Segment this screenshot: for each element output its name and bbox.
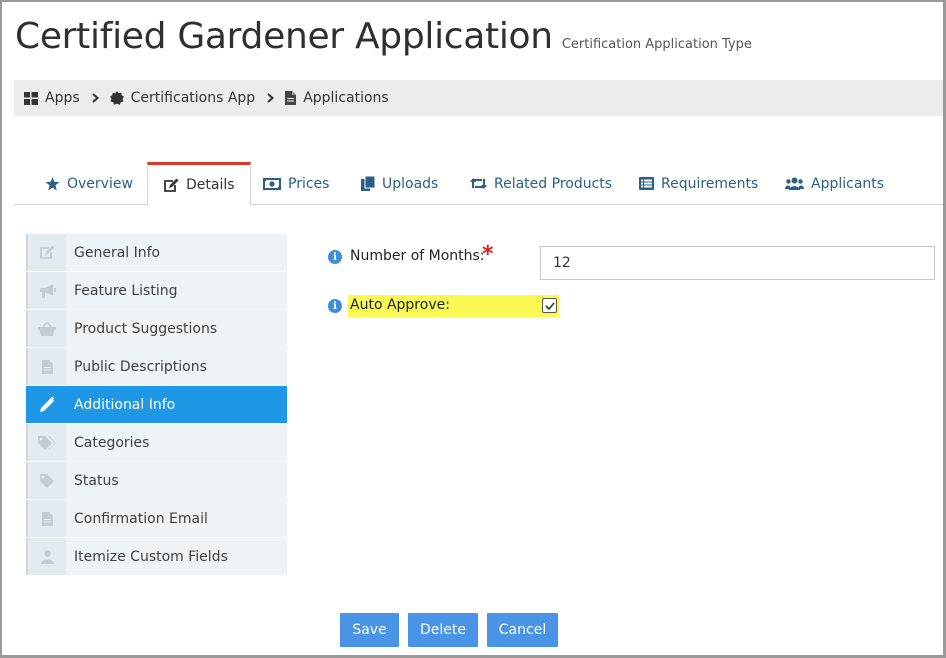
checkmark-icon: [544, 301, 555, 310]
sidebar-item-public-descriptions[interactable]: Public Descriptions: [26, 348, 287, 385]
files-icon: [361, 176, 375, 191]
tab-label: Uploads: [382, 175, 439, 192]
tab-label: Details: [186, 177, 235, 193]
sidebar-item-additional-info[interactable]: Additional Info: [26, 386, 287, 423]
months-label: Number of Months:: [350, 248, 485, 264]
info-icon[interactable]: i: [328, 299, 342, 313]
bullhorn-icon: [28, 272, 66, 309]
sidebar-item-label: Product Suggestions: [74, 320, 218, 337]
months-input[interactable]: [540, 246, 935, 280]
tab-bar: Overview Details Prices Uploads Related …: [14, 162, 943, 206]
info-icon[interactable]: i: [328, 250, 342, 264]
sidebar-item-confirmation-email[interactable]: Confirmation Email: [26, 500, 287, 537]
page-title: Certified Gardener Application: [15, 16, 553, 57]
chevron-right-icon: [267, 93, 275, 103]
tab-label: Applicants: [811, 175, 885, 192]
auto-approve-checkbox[interactable]: [542, 298, 557, 313]
sidebar-item-product-suggestions[interactable]: Product Suggestions: [26, 310, 287, 347]
tab-label: Prices: [288, 175, 330, 192]
tab-label: Related Products: [494, 175, 613, 192]
app-window: Certified Gardener Application Certifica…: [0, 0, 946, 658]
save-button[interactable]: Save: [340, 613, 399, 647]
users-icon: [785, 177, 804, 190]
badge-icon: [109, 91, 124, 105]
sidebar-item-label: Status: [74, 472, 119, 489]
breadcrumb-label: Apps: [45, 90, 80, 106]
edit-icon: [164, 178, 179, 192]
page-header: Certified Gardener Application Certifica…: [15, 16, 752, 66]
user-icon: [28, 538, 66, 575]
tab-applicants[interactable]: Applicants: [785, 162, 884, 205]
sidebar-item-label: Confirmation Email: [74, 510, 208, 527]
auto-approve-label: Auto Approve:: [350, 297, 450, 313]
breadcrumb-applications[interactable]: Applications: [285, 90, 389, 106]
file-icon: [28, 500, 66, 537]
tab-label: Overview: [67, 175, 133, 192]
edit-icon: [28, 234, 66, 271]
breadcrumb-label: Certifications App: [130, 90, 256, 106]
page-subtitle: Certification Application Type: [561, 37, 752, 52]
sidebar-item-label: General Info: [74, 244, 161, 261]
money-icon: [263, 177, 281, 190]
sidebar-nav: General Info Feature Listing Product Sug…: [26, 234, 287, 576]
delete-button[interactable]: Delete: [408, 613, 478, 647]
tab-details[interactable]: Details: [147, 162, 251, 206]
list-icon: [639, 177, 654, 190]
tab-prices[interactable]: Prices: [263, 162, 329, 205]
sidebar-item-feature-listing[interactable]: Feature Listing: [26, 272, 287, 309]
tab-related-products[interactable]: Related Products: [470, 162, 612, 205]
tags-icon: [28, 424, 66, 461]
sidebar-item-general-info[interactable]: General Info: [26, 234, 287, 271]
grid-icon: [24, 91, 38, 105]
sidebar-item-label: Itemize Custom Fields: [74, 548, 228, 565]
cancel-button[interactable]: Cancel: [487, 613, 558, 647]
sidebar-item-label: Public Descriptions: [74, 358, 207, 375]
file-icon: [28, 348, 66, 385]
tab-requirements[interactable]: Requirements: [639, 162, 758, 205]
sidebar-item-label: Categories: [74, 434, 150, 451]
retweet-icon: [470, 178, 487, 189]
breadcrumb-apps[interactable]: Apps: [24, 90, 80, 106]
tab-overview[interactable]: Overview: [45, 162, 133, 205]
sidebar-item-label: Feature Listing: [74, 282, 178, 299]
tab-uploads[interactable]: Uploads: [361, 162, 438, 205]
file-icon: [285, 91, 297, 105]
breadcrumb: Apps Certifications App Applications: [14, 80, 943, 116]
chevron-right-icon: [91, 93, 99, 103]
tag-icon: [28, 462, 66, 499]
sidebar-item-categories[interactable]: Categories: [26, 424, 287, 461]
basket-icon: [28, 310, 66, 347]
star-icon: [45, 176, 60, 190]
pencil-icon: [28, 386, 66, 423]
breadcrumb-certifications-app[interactable]: Certifications App: [109, 90, 256, 106]
required-marker: *: [482, 242, 494, 267]
breadcrumb-label: Applications: [303, 90, 389, 106]
sidebar-item-label: Additional Info: [74, 396, 176, 413]
sidebar-item-status[interactable]: Status: [26, 462, 287, 499]
tab-label: Requirements: [661, 175, 759, 192]
sidebar-item-itemize-custom-fields[interactable]: Itemize Custom Fields: [26, 538, 287, 575]
